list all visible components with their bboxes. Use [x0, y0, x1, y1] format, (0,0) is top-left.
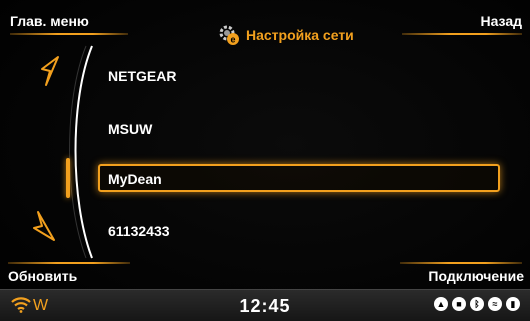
- page-title-group: e Настройка сети: [218, 24, 354, 46]
- connect-button[interactable]: Подключение: [428, 268, 524, 284]
- scroll-down-arrow-icon[interactable]: [32, 210, 62, 247]
- refresh-underline: [8, 262, 130, 264]
- bluetooth-icon: ᛒ: [470, 297, 484, 311]
- network-item-netgear[interactable]: NETGEAR: [108, 68, 176, 84]
- scroll-position-marker: [66, 158, 70, 198]
- signal-icon: ▮: [506, 297, 520, 311]
- scroll-up-arrow-icon[interactable]: [36, 55, 66, 92]
- network-item-msuw[interactable]: MSUW: [108, 121, 152, 137]
- refresh-button[interactable]: Обновить: [8, 268, 77, 284]
- gear-icon: e: [218, 24, 240, 46]
- status-bar: W 12:45 ▲ ■ ᛒ ≈ ▮: [0, 289, 530, 321]
- svg-text:e: e: [230, 35, 235, 45]
- connect-underline: [400, 262, 522, 264]
- network-settings-screen: Глав. меню Назад e Настройка сети NETGEA…: [0, 0, 530, 321]
- network-item-mydean[interactable]: MyDean: [108, 171, 162, 187]
- back-underline: [402, 33, 522, 35]
- camera-icon: ■: [452, 297, 466, 311]
- back-button[interactable]: Назад: [480, 13, 522, 29]
- status-icons: ▲ ■ ᛒ ≈ ▮: [434, 297, 520, 311]
- network-item-61132433[interactable]: 61132433: [108, 223, 170, 239]
- page-title: Настройка сети: [246, 27, 354, 43]
- navigation-icon: ▲: [434, 297, 448, 311]
- wifi-icon: ≈: [488, 297, 502, 311]
